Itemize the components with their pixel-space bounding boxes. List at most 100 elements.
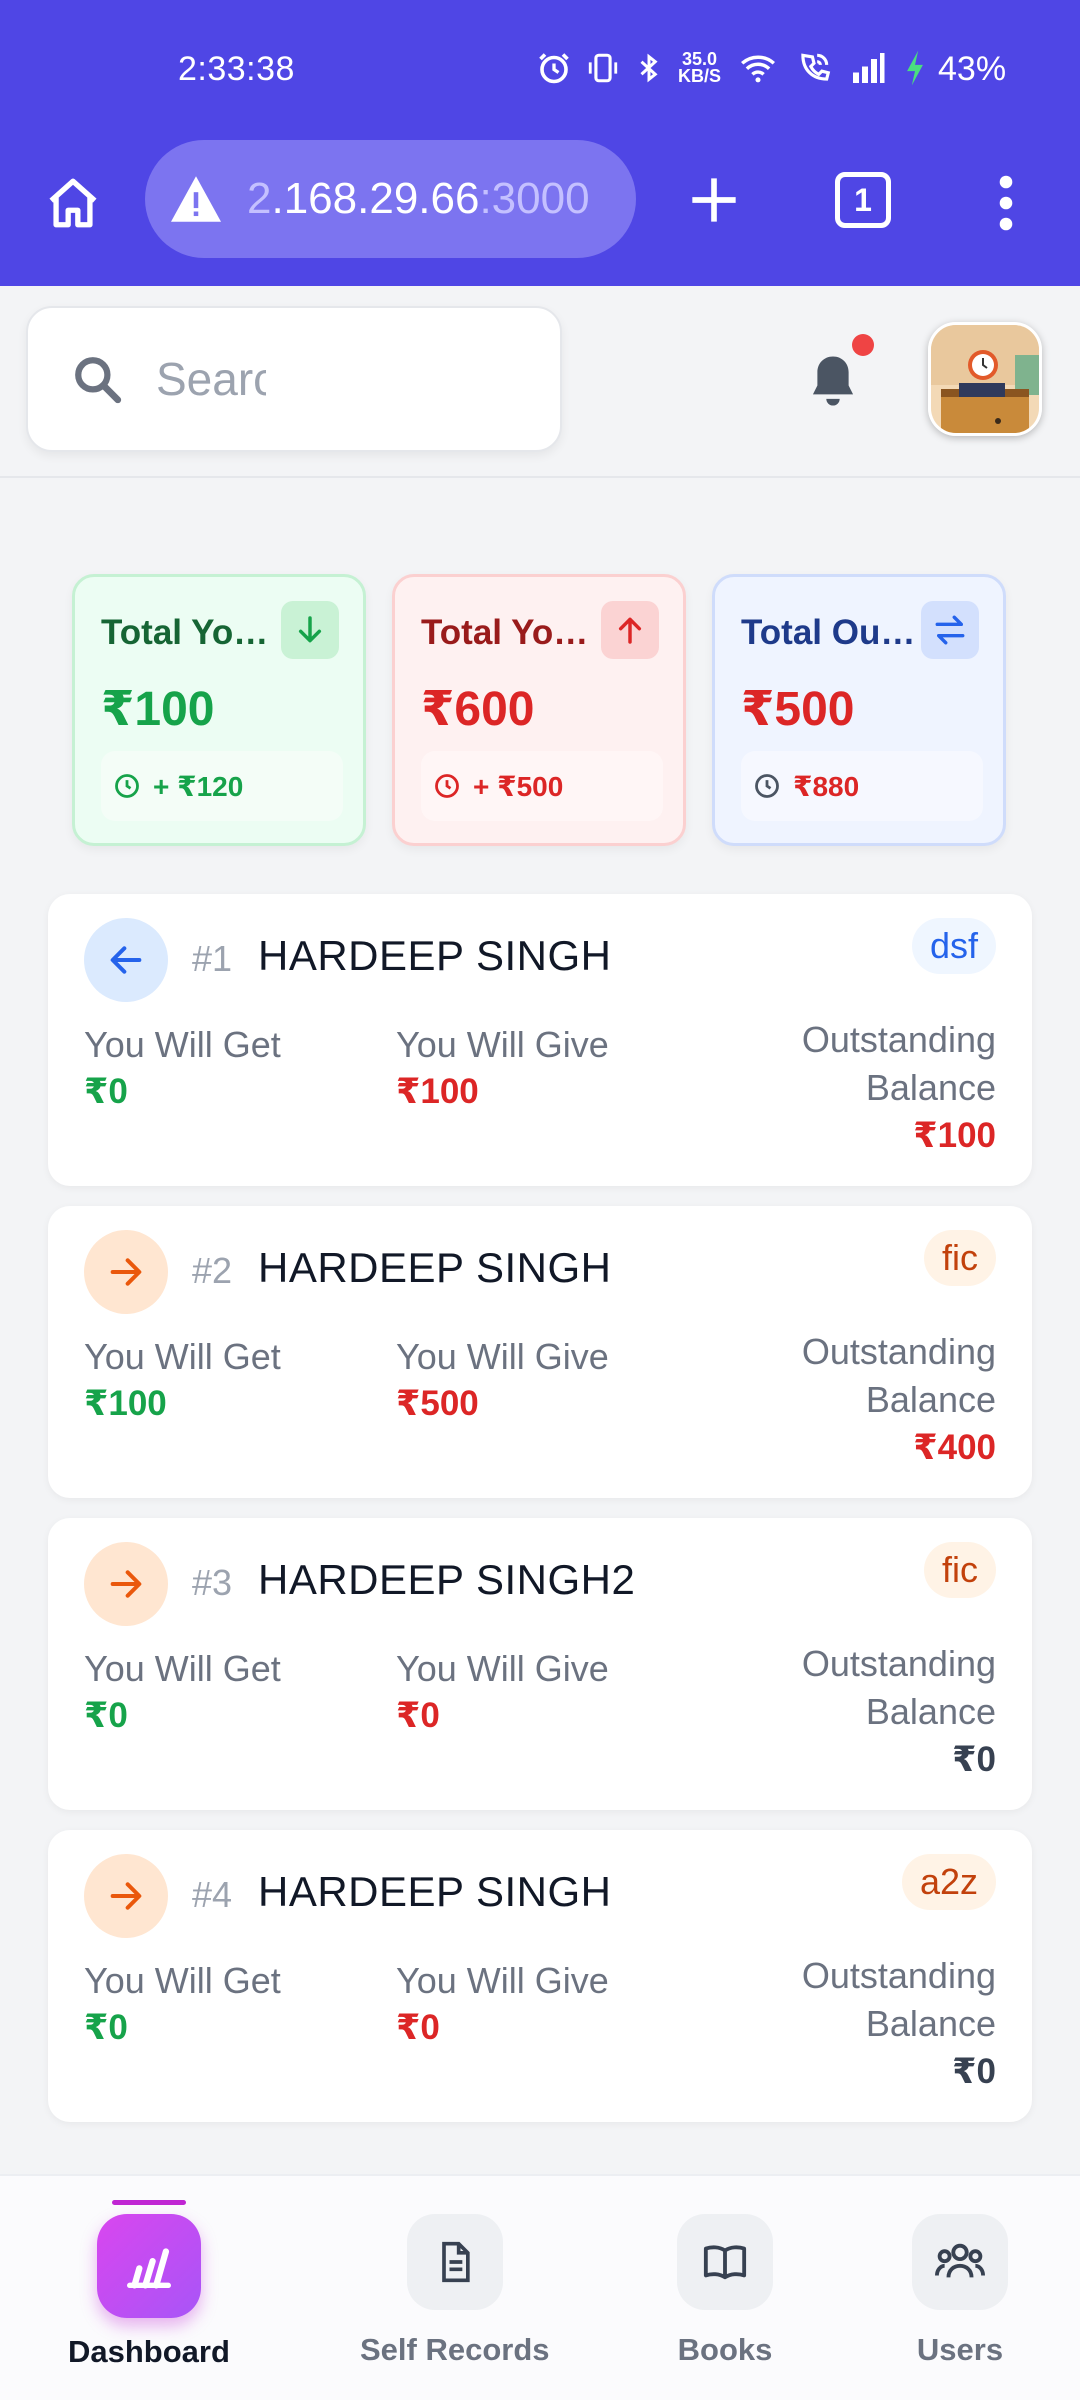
record-card[interactable]: #4 HARDEEP SINGH a2z You Will Get ₹0 You… [48, 1830, 1032, 2122]
summary-subvalue: + ₹120 [101, 751, 343, 821]
url-dim-prefix: 2 [247, 174, 272, 223]
nav-label: Self Records [360, 2332, 550, 2367]
browser-menu-button[interactable] [986, 168, 1026, 238]
arrow-right-icon [84, 1854, 168, 1938]
nav-label: Dashboard [68, 2334, 230, 2369]
balance-value: ₹0 [952, 2052, 996, 2091]
arrow-right-icon [84, 1230, 168, 1314]
more-vertical-icon [999, 175, 1013, 231]
record-card[interactable]: #3 HARDEEP SINGH2 fic You Will Get ₹0 Yo… [48, 1518, 1032, 1810]
record-book-tag: fic [924, 1230, 996, 1286]
clock-icon [115, 774, 139, 798]
bluetooth-icon [640, 53, 658, 83]
summary-card-total-give[interactable]: Total You Will Give ₹600 + ₹500 [392, 574, 686, 846]
balance-label-line1: Outstanding [801, 1019, 996, 1060]
nav-books[interactable]: Books [677, 2214, 773, 2368]
record-name: HARDEEP SINGH2 [258, 1556, 636, 1603]
get-value: ₹100 [84, 1384, 167, 1423]
record-name: HARDEEP SINGH [258, 1868, 612, 1915]
summary-title: Total You Will Get [101, 613, 281, 652]
record-name: HARDEEP SINGH [258, 1244, 612, 1291]
record-give: You Will Give ₹100 [396, 1024, 609, 1112]
clock-icon [435, 774, 459, 798]
give-value: ₹0 [396, 2008, 440, 2047]
summary-title: Total Outstanding [741, 613, 921, 652]
swap-icon [921, 601, 979, 659]
book-icon [677, 2214, 773, 2310]
give-value: ₹500 [396, 1384, 479, 1423]
get-value: ₹0 [84, 2008, 128, 2047]
url-port: :3000 [479, 174, 590, 223]
url-host: .168.29.66 [271, 174, 480, 223]
nav-dashboard[interactable]: Dashboard [68, 2200, 230, 2370]
nav-users[interactable]: Users [912, 2214, 1008, 2368]
give-label: You Will Give [396, 1648, 609, 1689]
record-index: #3 [192, 1562, 233, 1603]
record-balance: Outstanding Balance ₹0 [802, 1952, 996, 2096]
summary-cards: Total You Will Get ₹100 + ₹120 Total You… [72, 574, 1008, 846]
tab-switcher-button[interactable]: 1 [835, 172, 891, 228]
record-name: HARDEEP SINGH [258, 932, 612, 979]
warning-icon[interactable] [165, 174, 227, 224]
record-give: You Will Give ₹0 [396, 1960, 609, 2048]
url-text: 2.168.29.66:3000 [247, 174, 590, 224]
balance-label-line2: Balance [865, 2003, 996, 2044]
wifi-call-icon [801, 53, 831, 81]
give-value: ₹100 [396, 1072, 479, 1111]
signal-icon [853, 53, 885, 83]
balance-label-line2: Balance [865, 1691, 996, 1732]
alarm-icon [539, 53, 569, 84]
record-book-tag: a2z [901, 1854, 996, 1910]
give-label: You Will Give [396, 1024, 609, 1065]
bell-icon [812, 356, 854, 406]
summary-sub-text: ₹880 [793, 770, 860, 802]
balance-value: ₹0 [952, 1740, 996, 1779]
dashboard-icon [96, 2214, 201, 2318]
url-bar[interactable]: 2.168.29.66:3000 [145, 140, 636, 258]
summary-card-total-outstanding[interactable]: Total Outstanding ₹500 ₹880 [712, 574, 1006, 846]
notifications-button[interactable] [800, 334, 874, 416]
get-label: You Will Get [84, 1960, 281, 2001]
record-get: You Will Get ₹100 [84, 1336, 281, 1424]
users-icon [912, 2214, 1008, 2310]
record-balance: Outstanding Balance ₹400 [802, 1328, 996, 1472]
record-index: #1 [192, 938, 233, 979]
summary-card-total-get[interactable]: Total You Will Get ₹100 + ₹120 [72, 574, 366, 846]
record-give: You Will Give ₹500 [396, 1336, 609, 1424]
summary-amount: ₹600 [421, 683, 535, 736]
new-tab-button[interactable] [676, 162, 752, 238]
document-icon [406, 2214, 503, 2310]
home-icon [49, 178, 97, 228]
give-label: You Will Give [396, 1336, 609, 1377]
records-list: #1 HARDEEP SINGH dsf You Will Get ₹0 You… [48, 894, 1032, 2142]
search-input[interactable] [156, 352, 266, 406]
record-card[interactable]: #2 HARDEEP SINGH fic You Will Get ₹100 Y… [48, 1206, 1032, 1498]
get-value: ₹0 [84, 1072, 128, 1111]
search-box[interactable] [26, 306, 562, 452]
get-value: ₹0 [84, 1696, 128, 1735]
plus-icon [692, 178, 736, 222]
bottom-navigation: Dashboard Self Records Books Users [0, 2174, 1080, 2400]
charging-icon [907, 50, 923, 86]
record-index: #4 [192, 1874, 233, 1915]
summary-sub-text: + ₹120 [153, 770, 244, 802]
network-speed: 35.0 KB/S [678, 50, 721, 85]
record-balance: Outstanding Balance ₹100 [802, 1016, 996, 1160]
balance-label-line2: Balance [865, 1379, 996, 1420]
balance-label-line1: Outstanding [801, 1331, 996, 1372]
record-get: You Will Get ₹0 [84, 1960, 281, 2048]
balance-label-line1: Outstanding [801, 1643, 996, 1684]
notification-dot [852, 334, 874, 356]
nav-self-records[interactable]: Self Records [360, 2214, 550, 2368]
record-index: #2 [192, 1250, 233, 1291]
browser-chrome: 2:33:38 35.0 KB/S 43% 2.168.29.66:3000 1 [0, 0, 1080, 286]
browser-toolbar: 2.168.29.66:3000 1 [0, 140, 1080, 286]
home-button[interactable] [38, 168, 108, 238]
user-avatar[interactable] [928, 322, 1042, 436]
record-card[interactable]: #1 HARDEEP SINGH dsf You Will Get ₹0 You… [48, 894, 1032, 1186]
summary-sub-text: + ₹500 [473, 770, 564, 802]
active-indicator [111, 2200, 186, 2205]
get-label: You Will Get [84, 1024, 281, 1065]
arrow-left-icon [84, 918, 168, 1002]
summary-amount: ₹500 [741, 683, 855, 736]
